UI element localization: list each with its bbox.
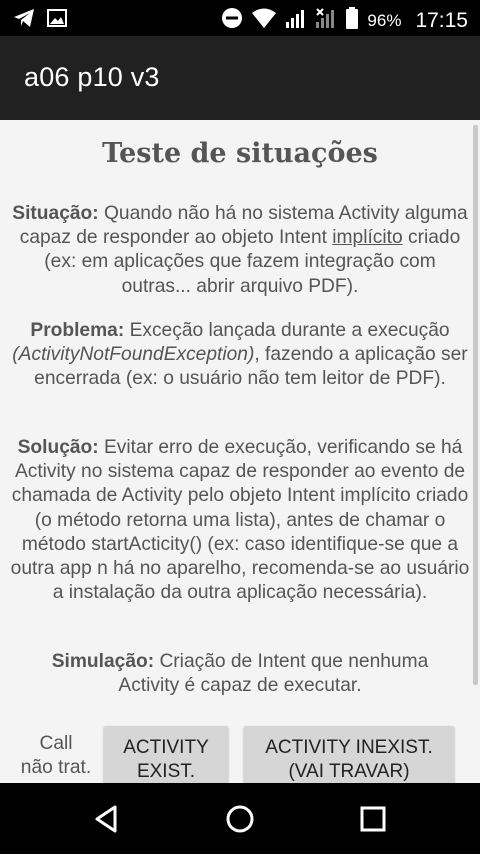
activity-inexist-label: ACTIVITY INEXIST. (VAI TRAVAR) bbox=[265, 737, 433, 782]
call-label: Call não trat. bbox=[20, 733, 92, 778]
app-bar: a06 p10 v3 bbox=[0, 36, 480, 120]
navigation-bar bbox=[0, 783, 480, 854]
app-title: a06 p10 v3 bbox=[24, 62, 160, 92]
solucao-label: Solução: bbox=[17, 437, 99, 458]
simulacao-paragraph: Simulação: Criação de Intent que nenhuma… bbox=[30, 650, 450, 698]
situacao-underlined: implícito bbox=[332, 227, 403, 249]
back-icon[interactable] bbox=[89, 801, 125, 837]
battery-percentage: 96% bbox=[367, 10, 402, 30]
battery-icon bbox=[345, 6, 359, 35]
telegram-icon bbox=[12, 6, 36, 35]
solucao-paragraph: Solução: Evitar erro de execução, verifi… bbox=[10, 436, 470, 605]
activity-inexist-button[interactable]: ACTIVITY INEXIST. (VAI TRAVAR) bbox=[244, 726, 454, 783]
problema-paragraph: Problema: Exceção lançada durante a exec… bbox=[10, 319, 470, 392]
problema-italic: (ActivityNotFoundException) bbox=[12, 344, 255, 366]
scrollbar[interactable] bbox=[473, 125, 478, 685]
activity-exist-label: ACTIVITY EXIST. bbox=[123, 737, 209, 782]
clock: 17:15 bbox=[415, 8, 468, 32]
simulacao-text: Criação de Intent que nenhuma Activity é… bbox=[118, 651, 429, 697]
wifi-icon bbox=[251, 7, 277, 34]
signal-x-icon bbox=[315, 7, 337, 34]
signal-icon bbox=[285, 7, 307, 34]
problema-text-1: Exceção lançada durante a execução bbox=[124, 320, 450, 341]
home-icon[interactable] bbox=[222, 801, 258, 837]
gallery-icon bbox=[46, 7, 68, 34]
status-bar: 96% 17:15 bbox=[0, 0, 480, 36]
page-title: Teste de situações bbox=[102, 138, 378, 169]
situacao-label: Situação: bbox=[12, 203, 99, 224]
content-scroll-area[interactable]: Teste de situações Situação: Quando não … bbox=[0, 120, 480, 783]
simulacao-label: Simulação: bbox=[51, 651, 155, 672]
activity-exist-button[interactable]: ACTIVITY EXIST. bbox=[104, 726, 228, 783]
situacao-paragraph: Situação: Quando não há no sistema Activ… bbox=[10, 202, 470, 299]
solucao-text: Evitar erro de execução, verificando se … bbox=[10, 437, 470, 604]
recents-icon[interactable] bbox=[355, 801, 391, 837]
problema-label: Problema: bbox=[30, 320, 125, 341]
do-not-disturb-icon bbox=[221, 7, 243, 34]
